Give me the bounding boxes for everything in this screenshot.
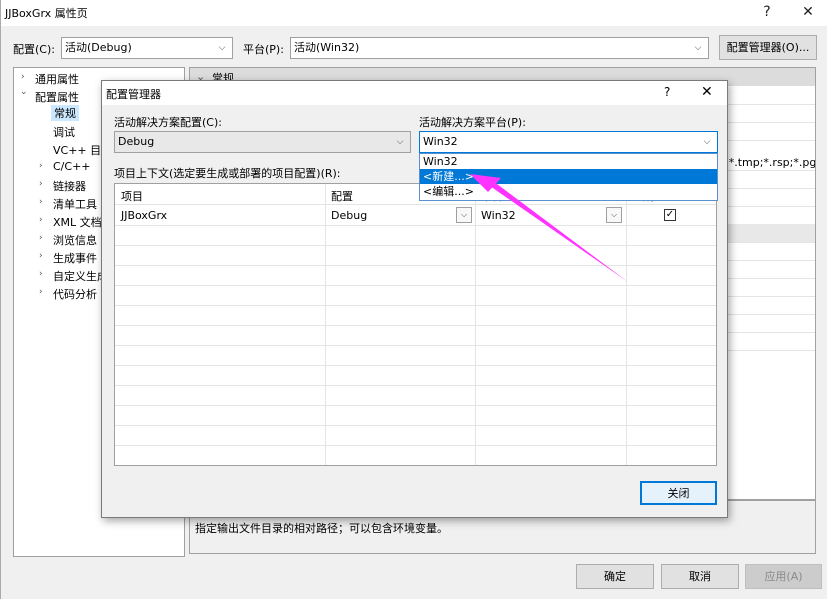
chevron-down-icon: ⌵ bbox=[218, 43, 226, 53]
tree-item-debugging[interactable]: 调试 bbox=[53, 124, 75, 140]
chevron-down-icon[interactable]: ⌵ bbox=[456, 207, 472, 223]
project-context-label: 项目上下文(选定要生成或部署的项目配置)(R): bbox=[114, 167, 341, 180]
tree-item-general[interactable]: 常规 bbox=[51, 105, 79, 121]
grid-line bbox=[115, 285, 716, 286]
solution-platform-select[interactable]: Win32 ⌵ bbox=[419, 131, 718, 153]
dropdown-option-win32[interactable]: Win32 bbox=[420, 154, 717, 169]
description-text: 指定输出文件目录的相对路径；可以包含环境变量。 bbox=[195, 522, 448, 535]
grid-line bbox=[115, 445, 716, 446]
chevron-down-icon: ⌵ bbox=[396, 137, 404, 147]
column-header-config[interactable]: 配置 bbox=[331, 188, 353, 204]
grid-line bbox=[115, 325, 716, 326]
dialog-close-action-button[interactable]: 关闭 bbox=[640, 481, 717, 505]
tree-item-build-events[interactable]: 生成事件 bbox=[53, 250, 97, 266]
grid-line bbox=[115, 425, 716, 426]
solution-platform-value: Win32 bbox=[423, 135, 458, 148]
grid-line bbox=[115, 365, 716, 366]
ok-button[interactable]: 确定 bbox=[576, 564, 654, 589]
chevron-right-icon[interactable]: › bbox=[39, 287, 43, 297]
solution-config-label: 活动解决方案配置(C): bbox=[114, 116, 222, 129]
tree-item-config-properties[interactable]: 配置属性 bbox=[35, 89, 79, 105]
platform-select[interactable]: 活动(Win32) ⌵ bbox=[290, 37, 709, 59]
grid-line bbox=[115, 225, 716, 226]
window-title: JJBoxGrx 属性页 bbox=[5, 7, 88, 20]
tree-item-manifest-tool[interactable]: 清单工具 bbox=[53, 196, 97, 212]
tree-item-linker[interactable]: 链接器 bbox=[53, 178, 86, 194]
config-manager-button[interactable]: 配置管理器(O)... bbox=[719, 35, 817, 60]
platform-select-value: 活动(Win32) bbox=[294, 41, 360, 54]
tree-item-cpp[interactable]: C/C++ bbox=[53, 160, 91, 173]
chevron-down-icon[interactable]: ⌄ bbox=[20, 87, 28, 97]
property-value-partial: ;*.tmp;*.rsp;*.pgc bbox=[725, 156, 816, 169]
help-button[interactable]: ? bbox=[749, 0, 785, 26]
tree-item-browse-info[interactable]: 浏览信息 bbox=[53, 232, 97, 248]
grid-line bbox=[115, 405, 716, 406]
dropdown-option-edit[interactable]: <编辑...> bbox=[420, 184, 717, 199]
tree-item-code-analysis[interactable]: 代码分析 bbox=[53, 286, 97, 302]
grid-line bbox=[115, 305, 716, 306]
close-button[interactable]: ✕ bbox=[790, 0, 826, 26]
window-titlebar: JJBoxGrx 属性页 ? ✕ bbox=[1, 0, 827, 26]
project-name: JJBoxGrx bbox=[121, 209, 168, 222]
config-select[interactable]: 活动(Debug) ⌵ bbox=[61, 37, 233, 59]
platform-label: 平台(P): bbox=[243, 43, 284, 56]
chevron-right-icon[interactable]: › bbox=[39, 215, 43, 225]
chevron-right-icon[interactable]: › bbox=[39, 233, 43, 243]
project-platform-value[interactable]: Win32 bbox=[481, 209, 516, 222]
grid-line bbox=[115, 204, 716, 205]
tree-item-common-properties[interactable]: 通用属性 bbox=[35, 71, 79, 87]
chevron-right-icon[interactable]: › bbox=[39, 161, 43, 171]
grid-line bbox=[115, 245, 716, 246]
chevron-right-icon[interactable]: › bbox=[39, 179, 43, 189]
platform-dropdown-list: Win32 <新建...> <编辑...> bbox=[419, 153, 718, 201]
chevron-down-icon[interactable]: ⌵ bbox=[606, 207, 622, 223]
chevron-right-icon[interactable]: › bbox=[39, 197, 43, 207]
dialog-title: 配置管理器 bbox=[106, 88, 161, 101]
grid-line bbox=[115, 385, 716, 386]
dialog-close-button[interactable]: ✕ bbox=[701, 84, 713, 100]
dialog-help-button[interactable]: ? bbox=[664, 85, 670, 99]
chevron-right-icon[interactable]: › bbox=[21, 72, 25, 82]
build-checkbox[interactable]: ✓ bbox=[664, 209, 676, 221]
dropdown-option-new[interactable]: <新建...> bbox=[420, 169, 717, 184]
chevron-right-icon[interactable]: › bbox=[39, 269, 43, 279]
cancel-button[interactable]: 取消 bbox=[661, 564, 739, 589]
chevron-down-icon: ⌵ bbox=[703, 137, 711, 147]
solution-config-select[interactable]: Debug ⌵ bbox=[114, 131, 411, 153]
grid-line bbox=[115, 265, 716, 266]
grid-line bbox=[115, 345, 716, 346]
chevron-right-icon[interactable]: › bbox=[39, 251, 43, 261]
config-select-value: 活动(Debug) bbox=[65, 41, 132, 54]
config-manager-dialog: 配置管理器 ? ✕ 活动解决方案配置(C): Debug ⌵ 活动解决方案平台(… bbox=[101, 80, 728, 518]
solution-config-value: Debug bbox=[118, 135, 155, 148]
project-context-grid: 项目 配置 平台 生成 JJBoxGrx Debug ⌵ Win32 ⌵ ✓ bbox=[114, 183, 717, 466]
chevron-down-icon: ⌵ bbox=[694, 43, 702, 53]
solution-platform-label: 活动解决方案平台(P): bbox=[419, 116, 526, 129]
apply-button[interactable]: 应用(A) bbox=[745, 564, 822, 589]
project-config-value[interactable]: Debug bbox=[331, 209, 367, 222]
column-header-project[interactable]: 项目 bbox=[121, 188, 143, 204]
dialog-titlebar: 配置管理器 ? ✕ bbox=[102, 81, 727, 105]
config-label: 配置(C): bbox=[13, 43, 55, 56]
